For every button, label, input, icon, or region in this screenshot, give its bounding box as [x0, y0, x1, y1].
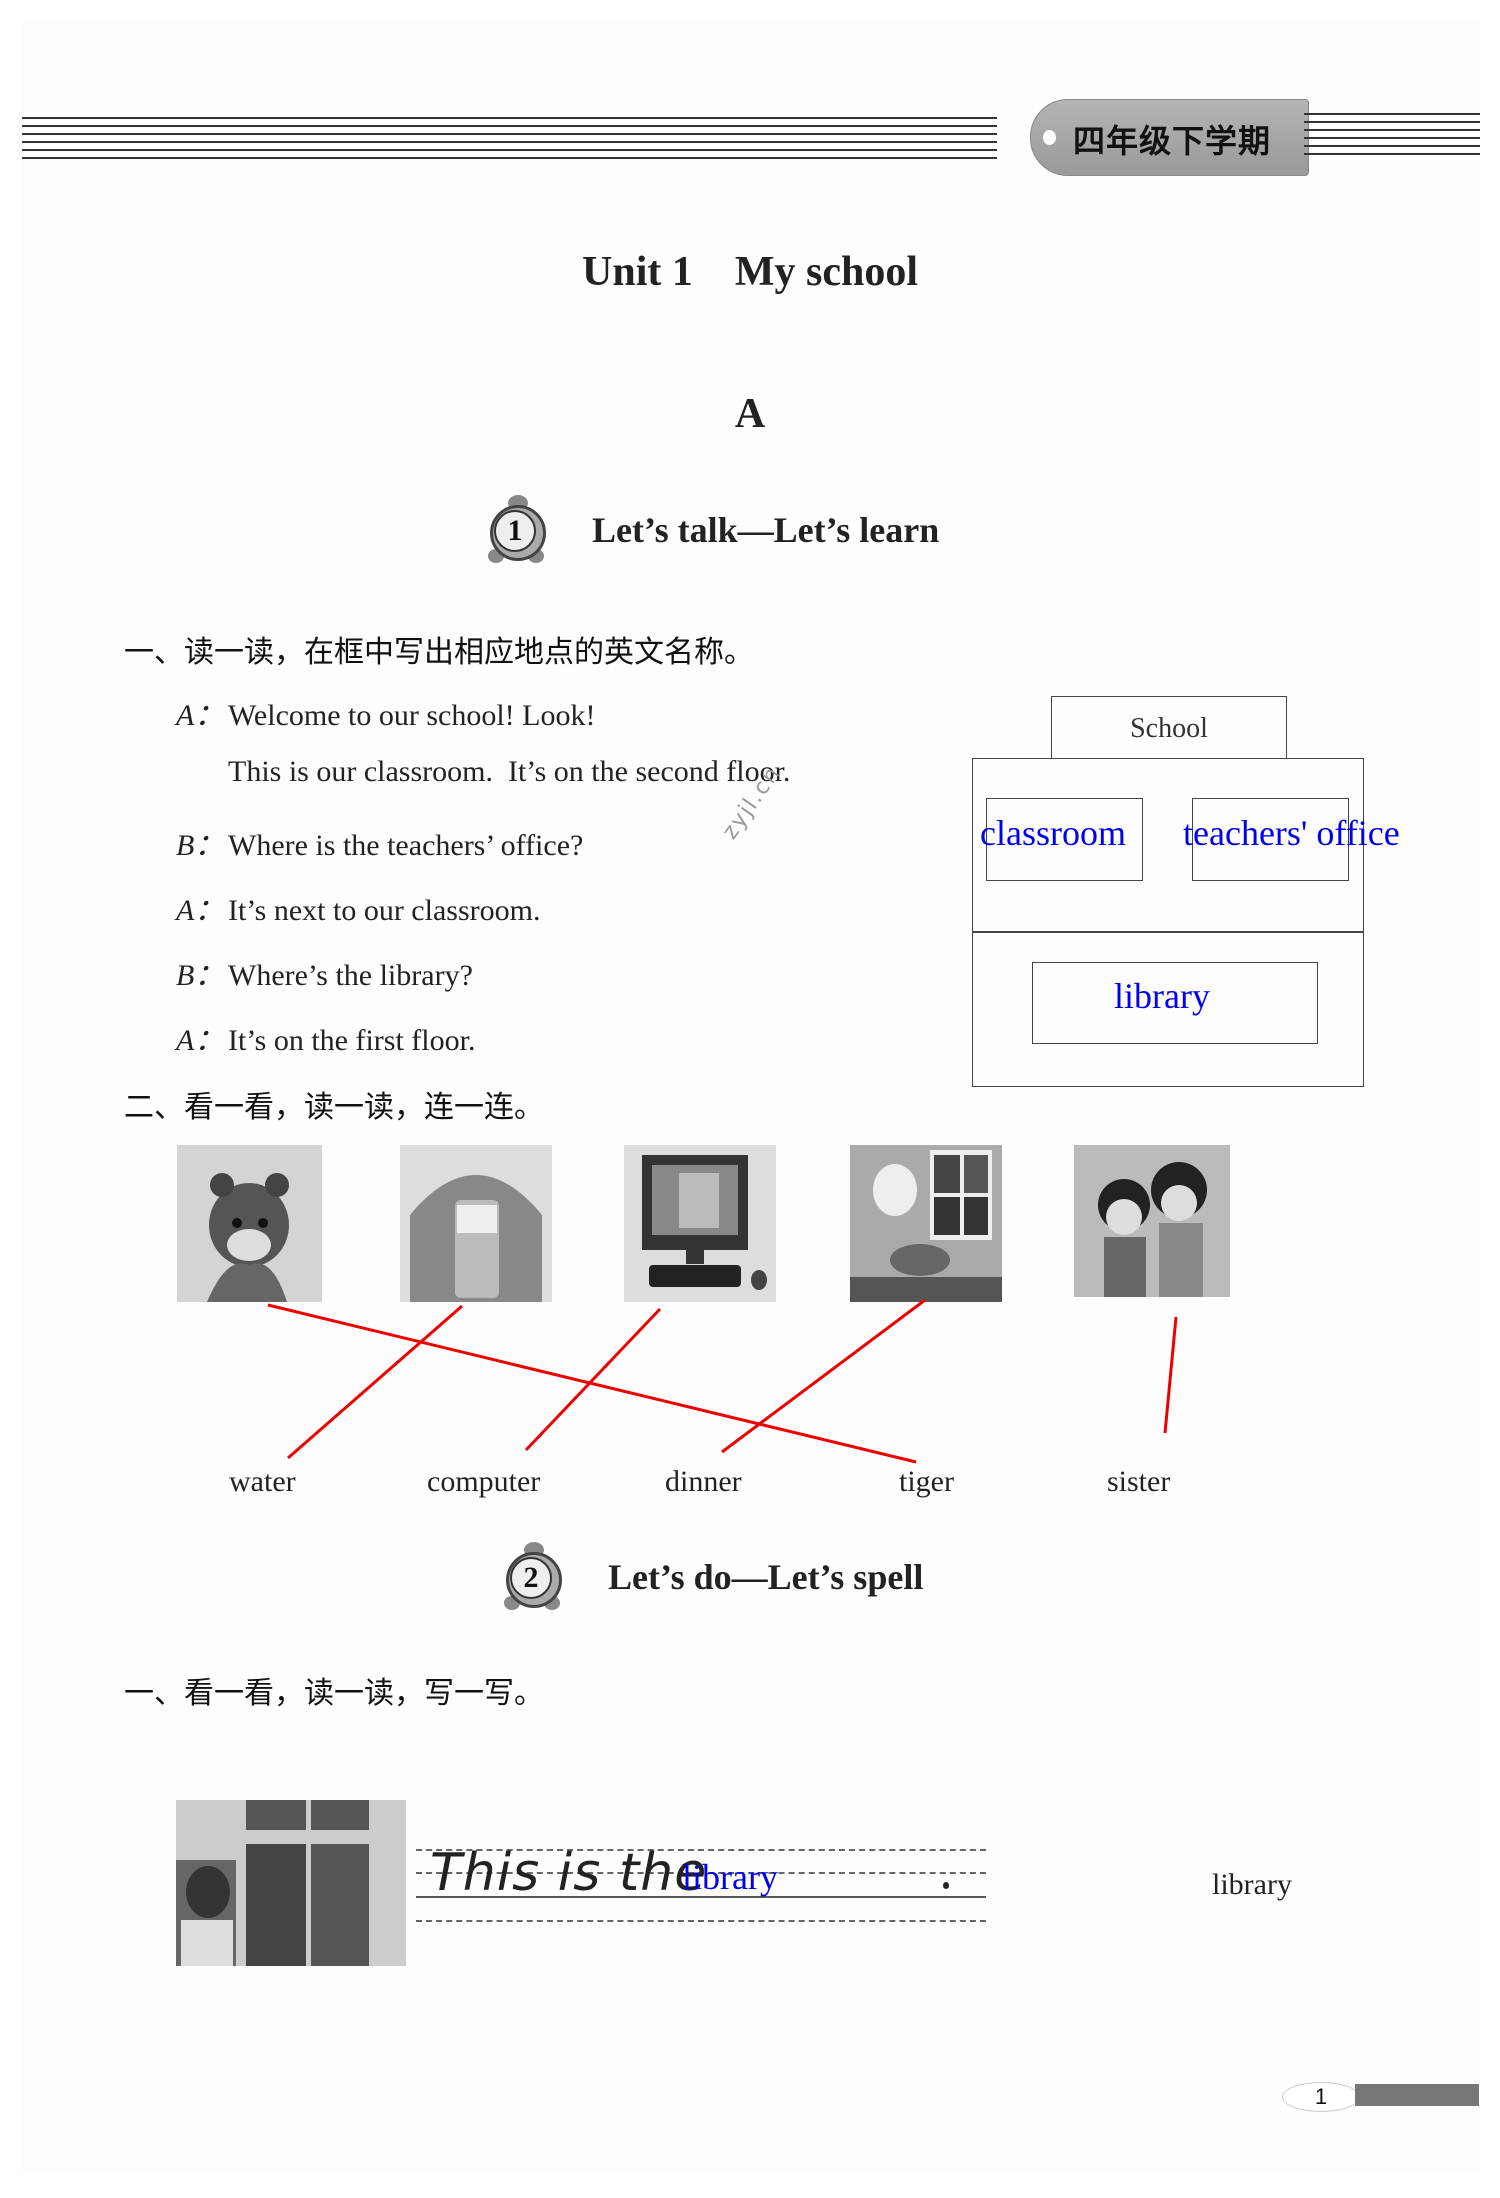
exercise-instruction: 一、读一读，在框中写出相应地点的英文名称。 — [124, 635, 754, 670]
sentence-prefix: This is the — [430, 1843, 708, 1903]
dialogue-text: Where’s the library? — [228, 959, 473, 992]
library-scene-icon — [176, 1800, 406, 1966]
water-glass-icon — [400, 1145, 552, 1302]
exercise-instruction: 一、看一看，读一读，写一写。 — [124, 1676, 544, 1711]
header-rule-lines — [22, 117, 997, 161]
word-label: dinner — [665, 1465, 742, 1498]
speaker-label: A： — [176, 699, 225, 732]
sentence-period — [943, 1882, 949, 1889]
section-number: 2 — [510, 1557, 552, 1599]
floor-divider — [972, 931, 1364, 933]
dialogue-text: Where is the teachers’ office? — [228, 829, 584, 862]
part-label: A — [734, 391, 766, 437]
section-2-heading: 2 Let’s do—Let’s spell — [502, 1542, 923, 1612]
dialogue-line: B： Where’s the library? — [176, 950, 473, 994]
word-label: tiger — [899, 1465, 954, 1498]
word-label: water — [229, 1465, 296, 1498]
dialogue-text: It’s next to our classroom. — [228, 894, 541, 927]
answer-text: teachers' office — [1183, 813, 1400, 853]
word-label: computer — [427, 1465, 541, 1498]
alarm-clock-number-icon: 2 — [502, 1542, 564, 1612]
answer-text: library — [1114, 976, 1210, 1016]
section-1-heading: 1 Let’s talk—Let’s learn — [486, 495, 939, 565]
footer-bar — [1355, 2084, 1479, 2106]
dialogue-text: This is our classroom. It’s on the secon… — [228, 755, 791, 788]
written-answer[interactable]: library — [682, 1856, 778, 1898]
dialogue-line: B： Where is the teachers’ office? — [176, 820, 583, 864]
header-rule-lines-right — [1304, 113, 1480, 157]
guide-line-bottom — [416, 1920, 986, 1922]
page-number: 1 — [1282, 2082, 1360, 2112]
computer-icon — [624, 1145, 776, 1302]
speaker-label: B： — [176, 959, 225, 992]
exercise-instruction: 二、看一看，读一读，连一连。 — [124, 1090, 544, 1125]
speaker-label: B： — [176, 829, 225, 862]
word-label: sister — [1107, 1465, 1171, 1498]
tag-hole-icon — [1043, 130, 1056, 145]
dialogue-text: Welcome to our school! Look! — [228, 699, 596, 732]
picture-sister[interactable] — [1074, 1145, 1230, 1297]
dialogue-line: A： It’s on the first floor. — [176, 1015, 475, 1059]
speaker-label: A： — [176, 1024, 225, 1057]
tiger-icon — [177, 1145, 322, 1302]
alarm-clock-number-icon: 1 — [486, 495, 548, 565]
dinner-table-icon — [850, 1145, 1002, 1302]
unit-title: Unit 1 My school — [582, 249, 918, 295]
dialogue-text: It’s on the first floor. — [228, 1024, 476, 1057]
answer-text: classroom — [980, 813, 1126, 853]
dialogue-line: A： It’s next to our classroom. — [176, 885, 540, 929]
picture-dinner[interactable] — [850, 1145, 1002, 1302]
picture-water[interactable] — [400, 1145, 552, 1302]
dialogue-line: A： Welcome to our school! Look! — [176, 690, 596, 734]
speaker-label: A： — [176, 894, 225, 927]
hint-word: library — [1212, 1868, 1292, 1901]
sisters-icon — [1074, 1145, 1230, 1297]
section-number: 1 — [494, 510, 536, 552]
section-title: Let’s talk—Let’s learn — [592, 510, 940, 550]
section-title: Let’s do—Let’s spell — [608, 1557, 924, 1597]
dialogue-line: This is our classroom. It’s on the secon… — [228, 755, 790, 789]
library-picture — [176, 1800, 406, 1966]
grade-tag-label: 四年级下学期 — [1073, 122, 1272, 160]
grade-tag: 四年级下学期 — [1030, 99, 1309, 176]
school-label-box: School — [1051, 696, 1287, 759]
picture-computer[interactable] — [624, 1145, 776, 1302]
picture-tiger[interactable] — [177, 1145, 322, 1302]
